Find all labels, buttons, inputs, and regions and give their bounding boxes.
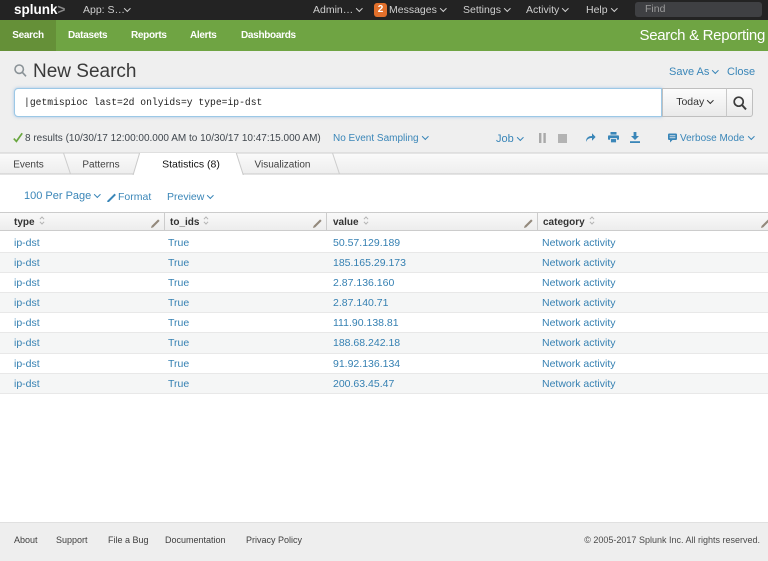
svg-text:Events: Events <box>13 160 44 171</box>
svg-text:Patterns: Patterns <box>82 160 119 171</box>
svg-text:Visualization: Visualization <box>255 160 311 171</box>
svg-text:Statistics (8): Statistics (8) <box>162 159 220 171</box>
